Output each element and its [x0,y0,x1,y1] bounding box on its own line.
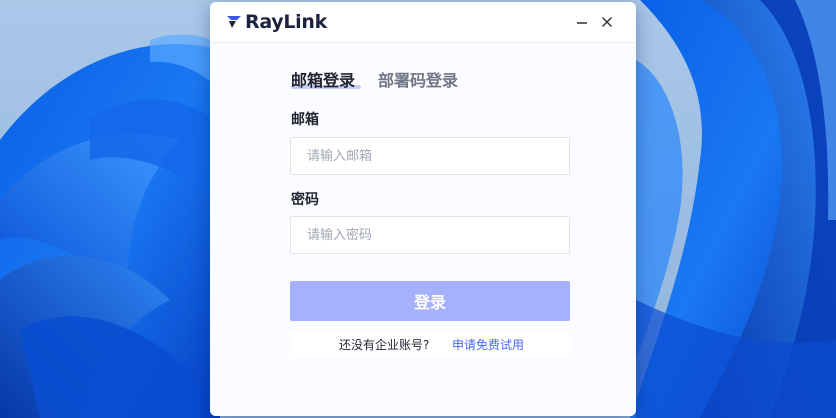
minimize-button[interactable] [572,12,592,32]
no-account-prompt: 还没有企业账号? [339,338,430,352]
password-label: 密码 [291,192,319,208]
email-input[interactable] [290,137,570,175]
login-window: RayLink 邮箱登录 部署码登录 邮箱 请输入邮箱 密码 登录 还没有企业账… [210,2,636,416]
free-trial-link[interactable]: 申请免费试用 [452,336,524,353]
close-button[interactable] [597,12,617,32]
tab-deployment-code-login[interactable]: 部署码登录 [378,67,458,91]
close-icon [602,17,612,27]
title-bar[interactable]: RayLink [210,2,636,43]
login-panel: 邮箱登录 部署码登录 邮箱 密码 登录 还没有企业账号? 申请免费试用 [210,43,636,416]
signup-row: 还没有企业账号? 申请免费试用 [290,332,570,354]
raylink-logo-icon [227,16,241,28]
raylink-logo: RayLink [226,10,327,34]
tab-email-login-label: 邮箱登录 [291,71,356,90]
minimize-icon [577,22,587,24]
desktop: RayLink 邮箱登录 部署码登录 邮箱 请输入邮箱 密码 登录 还没有企业账… [0,0,836,418]
tab-deployment-code-login-label: 部署码登录 [378,71,459,90]
password-input[interactable] [290,216,570,254]
brand-name: RayLink [245,11,327,33]
tab-email-login[interactable]: 邮箱登录 [291,67,361,91]
email-label: 邮箱 [291,112,319,128]
login-button[interactable]: 登录 [290,281,570,321]
